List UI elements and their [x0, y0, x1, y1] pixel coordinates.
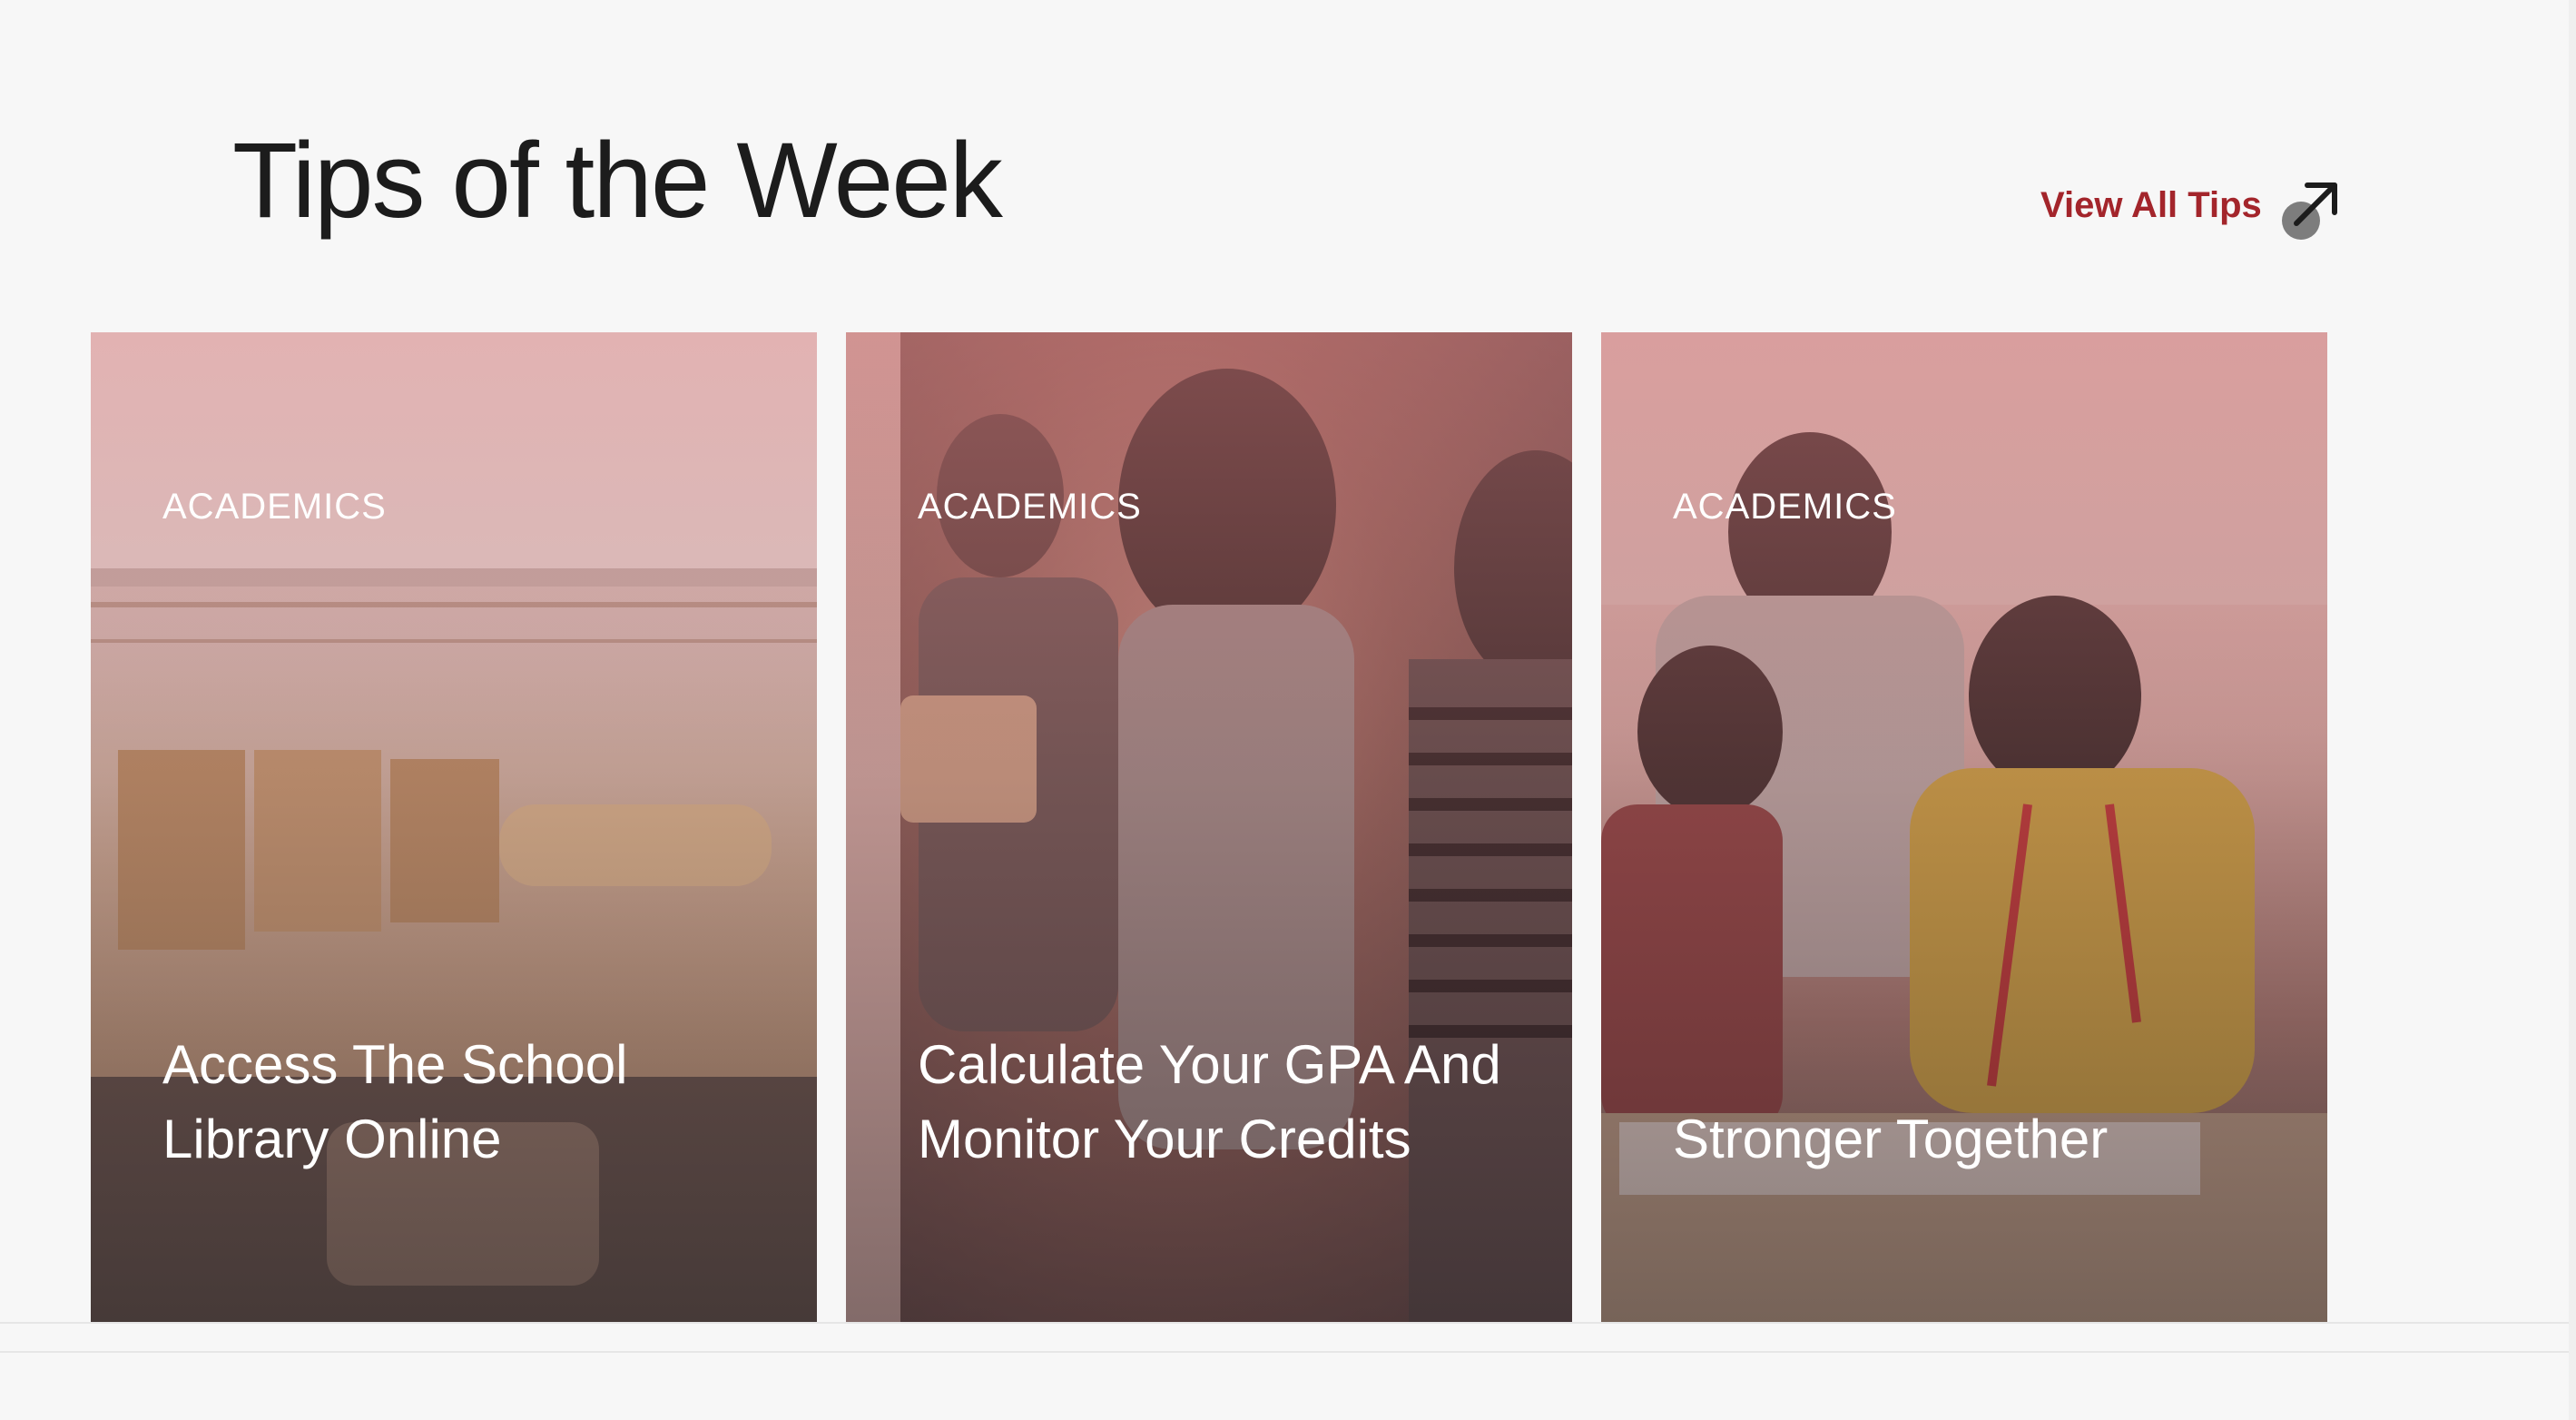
card-category: ACADEMICS — [162, 487, 387, 527]
card-title: Stronger Together — [1673, 1109, 2109, 1169]
tip-card-stronger-together[interactable]: ACADEMICS Stronger Together — [1601, 332, 2327, 1322]
view-all-tips-link[interactable]: View All Tips — [2040, 169, 2344, 242]
card-title: Access The School Library Online — [162, 1034, 628, 1169]
page-title: Tips of the Week — [232, 121, 1003, 241]
card-title: Calculate Your GPA And Monitor Your Cred… — [918, 1034, 1501, 1169]
card-category: ACADEMICS — [918, 487, 1142, 527]
tip-card-library[interactable]: ACADEMICS Access The School Library Onli… — [91, 332, 817, 1322]
tip-card-gpa[interactable]: ACADEMICS Calculate Your GPA And Monitor… — [846, 332, 1572, 1322]
card-category: ACADEMICS — [1673, 487, 1897, 527]
arrow-up-right-icon — [2278, 176, 2344, 242]
section-divider — [0, 1322, 2576, 1353]
view-all-tips-label: View All Tips — [2040, 184, 2262, 225]
scrollbar[interactable] — [2569, 0, 2576, 1420]
